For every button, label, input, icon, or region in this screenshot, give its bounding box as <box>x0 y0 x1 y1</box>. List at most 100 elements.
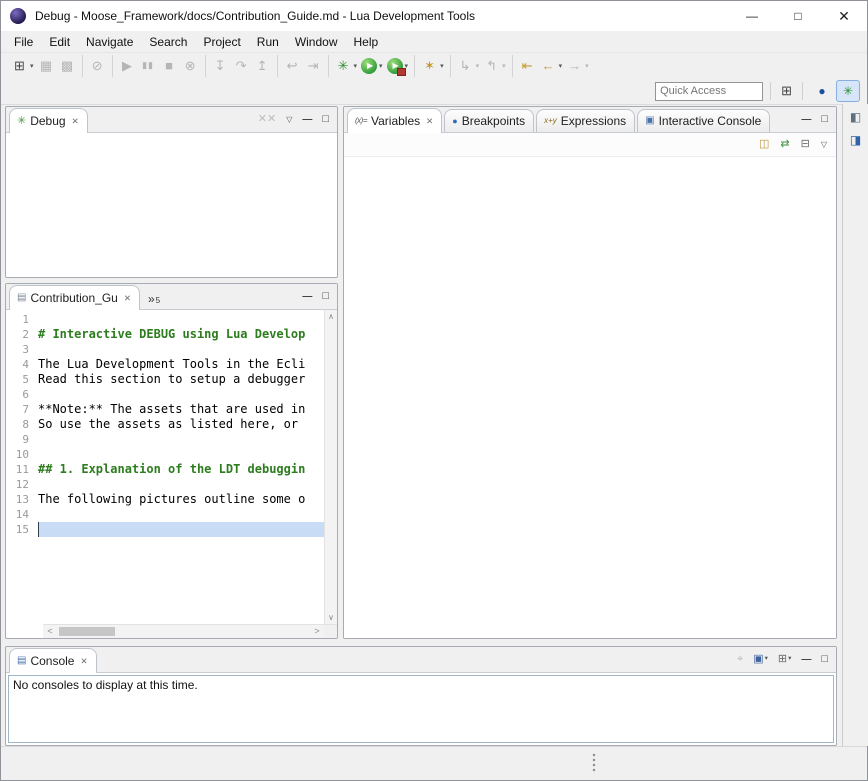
6[interactable]: 6 <box>6 387 324 402</box>
12[interactable]: 12 <box>6 477 324 492</box>
view-menu-icon[interactable]: ▽ <box>821 141 827 149</box>
8[interactable]: 8 So use the assets as listed here, or <box>6 417 324 432</box>
step-into-button[interactable]: ↧ <box>210 55 231 77</box>
drop-to-frame-button[interactable]: ↩ <box>282 55 303 77</box>
scroll-down-icon[interactable]: ∨ <box>328 613 334 622</box>
suspend-button[interactable]: ▮▮ <box>138 55 159 77</box>
perspective-debug-button[interactable]: ✳ <box>836 80 860 102</box>
maximize-window-button[interactable]: □ <box>775 1 821 31</box>
scroll-up-icon[interactable]: ∧ <box>328 312 334 321</box>
tab-close-icon[interactable]: ✕ <box>72 116 79 127</box>
last-edit-location-button[interactable]: ⇤ <box>517 55 538 77</box>
dropdown-arrow-icon[interactable]: ▾ <box>559 62 563 70</box>
editor-vertical-scrollbar[interactable]: ∧ ∨ <box>324 310 337 624</box>
step-return-button[interactable]: ↥ <box>252 55 273 77</box>
view-tab[interactable]: (x)= Variables ✕ <box>347 108 442 133</box>
maximize-view-icon[interactable]: □ <box>322 291 329 302</box>
open-perspective-button[interactable]: ⊞ <box>778 83 795 99</box>
2[interactable]: 2 # Interactive DEBUG using Lua Develop <box>6 327 324 342</box>
15[interactable]: 15 <box>6 522 324 537</box>
disconnect-button[interactable]: ⊗ <box>180 55 201 77</box>
view-tab[interactable]: x+y Expressions <box>536 109 635 132</box>
back-button[interactable]: ← ▾ <box>538 55 565 77</box>
minimize-view-icon[interactable]: — <box>801 655 811 665</box>
5[interactable]: 5 Read this section to setup a debugger <box>6 372 324 387</box>
menu-item[interactable]: File <box>6 33 41 51</box>
link-with-frame-button[interactable]: ⇄ <box>780 139 789 150</box>
dropdown-arrow-icon[interactable]: ▾ <box>379 62 383 70</box>
terminate-button[interactable]: ■ <box>159 55 180 77</box>
dropdown-arrow-icon[interactable]: ▾ <box>354 62 358 70</box>
4[interactable]: 4 The Lua Development Tools in the Ecli <box>6 357 324 372</box>
menu-item[interactable]: Run <box>249 33 287 51</box>
step-over-button[interactable]: ↷ <box>231 55 252 77</box>
perspective-ldt-button[interactable]: ● <box>810 80 834 102</box>
resume-button[interactable]: ▶ <box>117 55 138 77</box>
menu-item[interactable]: Project <box>195 33 248 51</box>
editor-tab-overflow[interactable]: » 5 <box>148 293 160 305</box>
next-annotation-button[interactable]: ↳ ▾ <box>455 55 482 77</box>
view-tab[interactable]: ▤ Console ✕ <box>9 648 97 673</box>
remove-all-terminated-button[interactable]: ✕✕ <box>258 114 276 125</box>
dropdown-arrow-icon[interactable]: ▾ <box>30 62 34 70</box>
minimize-view-icon[interactable]: — <box>801 115 811 125</box>
menu-item[interactable]: Window <box>287 33 346 51</box>
minimized-view-button-1[interactable]: ◧ <box>850 111 861 123</box>
7[interactable]: 7 **Note:** The assets that are used in <box>6 402 324 417</box>
launch-shortcut-button[interactable]: ✶ ▾ <box>419 55 446 77</box>
maximize-view-icon[interactable]: □ <box>322 114 329 125</box>
skip-all-breakpoints-button[interactable]: ⊘ <box>87 55 108 77</box>
scroll-left-icon[interactable]: < <box>43 625 57 638</box>
pin-console-button[interactable]: ⌖ <box>737 654 743 665</box>
tab-close-icon[interactable]: ✕ <box>124 293 131 304</box>
menu-item[interactable]: Help <box>346 33 387 51</box>
tab-close-icon[interactable]: ✕ <box>426 116 433 127</box>
14[interactable]: 14 <box>6 507 324 522</box>
dropdown-arrow-icon[interactable]: ▾ <box>585 62 589 70</box>
show-logical-structure-button[interactable]: ◫ <box>759 139 769 150</box>
collapse-all-button[interactable]: ⊟ <box>801 139 810 150</box>
external-tools-button[interactable]: ▶ ▾ <box>385 55 411 77</box>
10[interactable]: 10 <box>6 447 324 462</box>
scroll-right-icon[interactable]: > <box>310 625 324 638</box>
use-step-filters-button[interactable]: ⇥ <box>303 55 324 77</box>
display-selected-console-button[interactable]: ▣ ▾ <box>753 654 768 665</box>
11[interactable]: 11 ## 1. Explanation of the LDT debuggin <box>6 462 324 477</box>
maximize-view-icon[interactable]: □ <box>821 654 828 665</box>
save-button[interactable]: ▦ <box>36 55 57 77</box>
scrollbar-thumb[interactable] <box>59 627 115 636</box>
view-menu-icon[interactable]: ▽ <box>286 116 292 124</box>
forward-button[interactable]: → ▾ <box>564 55 591 77</box>
9[interactable]: 9 <box>6 432 324 447</box>
dropdown-arrow-icon[interactable]: ▾ <box>476 62 480 70</box>
quick-access-input[interactable] <box>655 82 763 101</box>
sash-handle[interactable] <box>592 753 596 774</box>
dropdown-arrow-icon[interactable]: ▾ <box>440 62 444 70</box>
13[interactable]: 13 The following pictures outline some o <box>6 492 324 507</box>
menu-item[interactable]: Navigate <box>78 33 141 51</box>
debug-button[interactable]: ✳ ▾ <box>333 55 360 77</box>
menu-item[interactable]: Search <box>141 33 195 51</box>
menu-item[interactable]: Edit <box>41 33 78 51</box>
tab-close-icon[interactable]: ✕ <box>80 656 87 667</box>
dropdown-arrow-icon[interactable]: ▾ <box>788 656 791 663</box>
dropdown-arrow-icon[interactable]: ▾ <box>765 656 768 663</box>
close-window-button[interactable]: ✕ <box>821 1 867 31</box>
dropdown-arrow-icon[interactable]: ▾ <box>502 62 506 70</box>
minimize-view-icon[interactable]: — <box>302 292 312 302</box>
minimize-window-button[interactable]: — <box>729 1 775 31</box>
save-all-button[interactable]: ▩ <box>57 55 78 77</box>
1[interactable]: 1 <box>6 312 324 327</box>
editor-horizontal-scrollbar[interactable]: < > <box>43 624 324 638</box>
view-tab[interactable]: ▤ Contribution_Gu ✕ <box>9 285 140 310</box>
3[interactable]: 3 <box>6 342 324 357</box>
open-console-button[interactable]: ⊞ ▾ <box>778 654 791 665</box>
view-tab[interactable]: ▣ Interactive Console <box>637 109 770 132</box>
maximize-view-icon[interactable]: □ <box>821 114 828 125</box>
view-tab[interactable]: ✳ Debug ✕ <box>9 108 88 133</box>
new-wizard-button[interactable]: ⊞ ▾ <box>9 55 36 77</box>
view-tab[interactable]: ● Breakpoints <box>444 109 534 132</box>
minimized-view-button-2[interactable]: ◨ <box>850 134 861 146</box>
run-button[interactable]: ▶ ▾ <box>359 55 385 77</box>
editor-text-area[interactable]: 1 2 # Interactive DEBUG using Lua Develo… <box>6 310 324 624</box>
